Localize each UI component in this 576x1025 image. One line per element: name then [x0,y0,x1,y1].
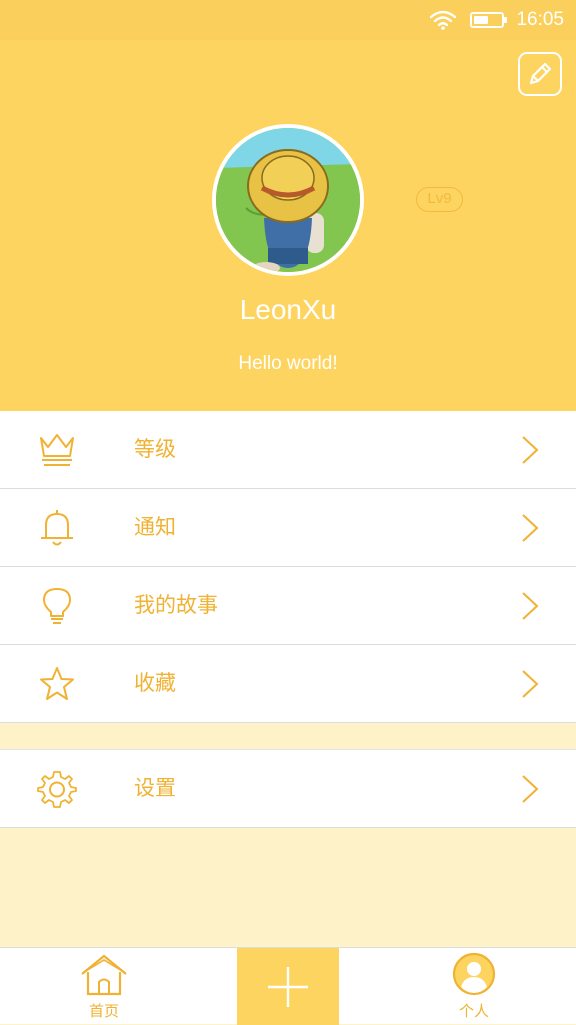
chevron-right-icon [522,514,539,542]
tab-home[interactable]: 首页 [62,948,146,1025]
avatar[interactable] [212,124,364,276]
tab-bar: 首页 个人 [0,947,576,1025]
menu-label-settings: 设置 [134,776,176,800]
user-bio: Hello world! [238,353,338,374]
chevron-right-icon [522,436,539,464]
tab-profile-label: 个人 [458,1002,489,1020]
menu-item-notifications[interactable]: 通知 [0,489,576,567]
level-badge: Lv9 [416,187,463,212]
bell-icon [41,510,73,546]
profile-header: Lv9 LeonXu Hello world! [0,40,576,411]
menu-group-main: 等级 通知 我的故事 收藏 [0,411,576,723]
star-icon [40,667,74,700]
menu-label-favorites: 收藏 [134,671,176,695]
add-button[interactable] [237,948,339,1025]
avatar-image [216,128,360,272]
menu-item-my-stories[interactable]: 我的故事 [0,567,576,645]
chevron-right-icon [522,670,539,698]
tab-home-label: 首页 [88,1002,119,1020]
home-icon [81,954,127,996]
edit-profile-button[interactable] [518,52,562,96]
menu-item-level[interactable]: 等级 [0,411,576,489]
battery-icon [470,12,508,28]
gear-icon [37,771,77,808]
crown-icon [40,434,74,466]
menu-label-notifications: 通知 [134,515,176,539]
menu-label-level: 等级 [134,437,176,461]
username: LeonXu [239,294,337,325]
battery-level [474,16,488,24]
edit-icon [529,62,552,85]
status-bar: 16:05 [0,0,576,40]
wifi-icon [430,10,457,30]
lightbulb-icon [43,588,71,624]
chevron-right-icon [522,775,539,803]
tab-profile[interactable]: 个人 [432,948,516,1025]
menu-group-settings: 设置 [0,749,576,828]
menu-item-favorites[interactable]: 收藏 [0,645,576,723]
profile-icon [452,952,496,996]
chevron-right-icon [522,592,539,620]
status-time: 16:05 [516,9,564,30]
plus-icon [268,966,308,1007]
menu-label-my-stories: 我的故事 [134,593,218,617]
menu-item-settings[interactable]: 设置 [0,750,576,828]
status-indicators: 16:05 [430,0,564,40]
